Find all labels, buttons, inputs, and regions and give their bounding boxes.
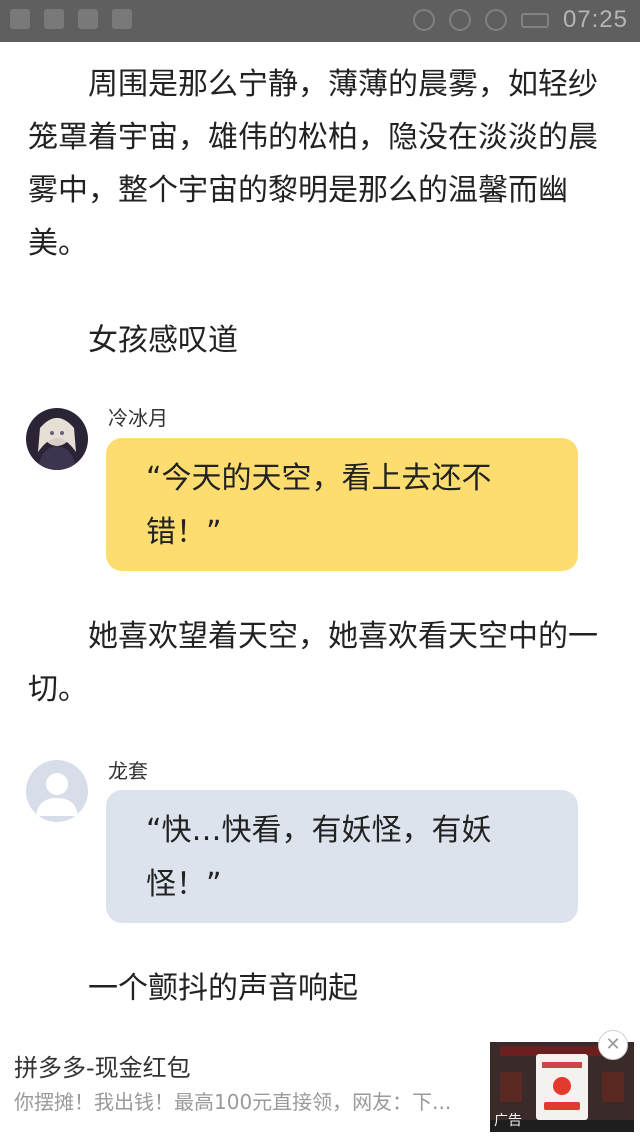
airplane-mode-icon — [484, 9, 507, 31]
close-icon[interactable]: ✕ — [598, 1030, 628, 1060]
ad-description[interactable]: 你摆摊！我出钱！最高100元直接领，网友：下... — [14, 1086, 476, 1115]
notification-icon — [44, 9, 64, 29]
speaker-name: 冷冰月 — [108, 406, 168, 430]
ad-label: 广告 — [494, 1113, 522, 1129]
alarm-icon — [412, 9, 435, 31]
chat-bubble: “快…快看，有妖怪，有妖怪！” — [106, 790, 578, 923]
story-paragraph: 女孩感叹道 — [88, 323, 238, 358]
battery-icon — [520, 12, 549, 28]
notification-icon — [78, 9, 98, 29]
ad-title[interactable]: 拼多多-现金红包 — [14, 1048, 191, 1083]
ad-banner[interactable]: 拼多多-现金红包 你摆摊！我出钱！最高100元直接领，网友：下... 广告 ✕ — [0, 1030, 640, 1138]
notification-icon — [112, 9, 132, 29]
chat-bubble: “今天的天空，看上去还不错！” — [106, 438, 578, 571]
wifi-icon — [448, 9, 471, 31]
avatar-default[interactable] — [26, 760, 88, 822]
status-bar: 07:25 — [0, 0, 640, 42]
story-paragraph: 周围是那么宁静，薄薄的晨雾，如轻纱笼罩着宇宙，雄伟的松柏，隐没在淡淡的晨雾中，整… — [28, 67, 598, 261]
clock: 07:25 — [562, 6, 628, 33]
system-icons: 07:25 — [412, 6, 628, 34]
notification-icon — [10, 9, 30, 29]
notification-icons — [10, 9, 132, 29]
speaker-name: 龙套 — [108, 759, 148, 783]
avatar-lengbingyue[interactable] — [26, 408, 88, 470]
story-paragraph: 一个颤抖的声音响起 — [88, 971, 358, 1006]
story-paragraph: 她喜欢望着天空，她喜欢看天空中的一切。 — [28, 619, 598, 707]
